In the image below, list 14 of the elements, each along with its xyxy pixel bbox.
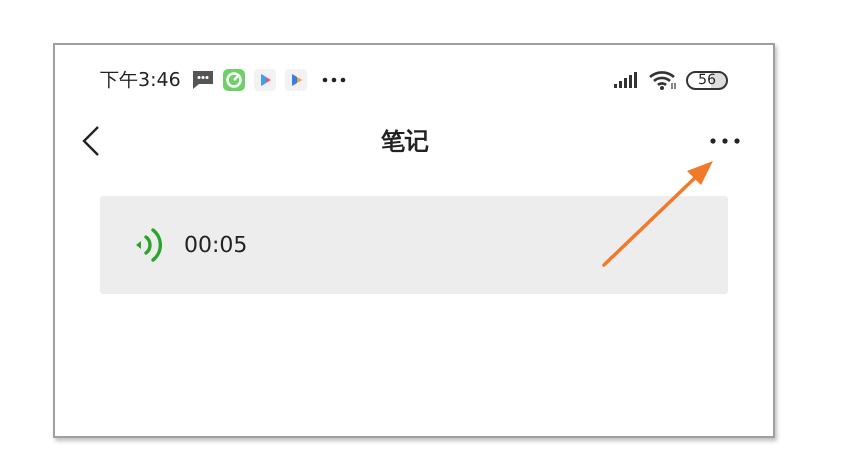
play-icon (284, 69, 307, 91)
play-icon (254, 69, 276, 91)
more-button[interactable] (709, 137, 741, 145)
status-time: 下午3:46 (100, 68, 181, 93)
wifi-icon (649, 70, 678, 90)
battery-indicator: 56 (686, 70, 728, 90)
more-icon (322, 77, 346, 83)
voice-note-card[interactable]: 00:05 (100, 196, 728, 294)
message-icon (192, 70, 214, 90)
back-button[interactable] (81, 125, 101, 157)
app-icon (222, 69, 245, 91)
page-title: 笔记 (381, 126, 429, 157)
voice-icon (134, 227, 164, 263)
voice-duration: 00:05 (184, 232, 248, 258)
